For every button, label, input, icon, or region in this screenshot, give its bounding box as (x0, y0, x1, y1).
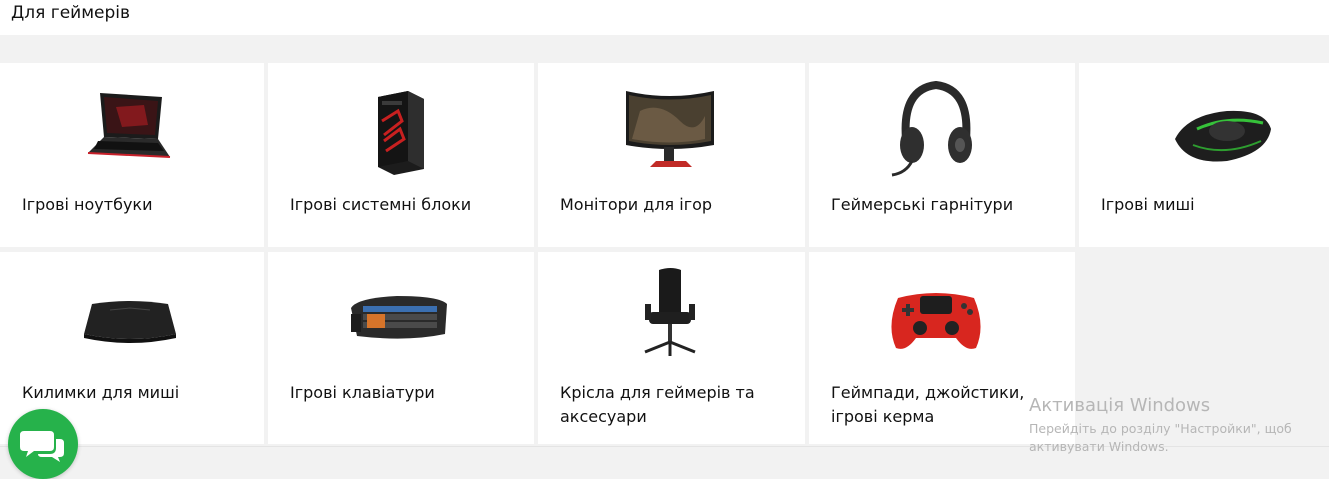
gamepad-icon (809, 270, 1075, 380)
gaming-laptop-icon (0, 81, 264, 191)
chat-bubbles-icon (20, 431, 64, 462)
category-tile-gaming-pcs[interactable]: Ігрові системні блоки (268, 63, 534, 247)
windows-activation-watermark: Активація Windows Перейдіть до розділу "… (1029, 395, 1329, 456)
category-label: Ігрові клавіатури (290, 383, 435, 402)
category-label: Ігрові системні блоки (290, 195, 472, 214)
category-tile-gaming-headsets[interactable]: Геймерські гарнітури (809, 63, 1075, 247)
category-label: Килимки для миші (22, 383, 180, 402)
gaming-pc-case-icon (268, 81, 534, 191)
section-header: Для геймерів (0, 0, 1329, 35)
category-label: Геймерські гарнітури (831, 195, 1014, 214)
section-title: Для геймерів (11, 3, 131, 23)
category-label: Геймпади, джойстики, ігрові керма (831, 383, 1025, 426)
category-label: Ігрові миші (1101, 195, 1195, 214)
chat-button[interactable] (8, 409, 78, 479)
watermark-subtitle: Перейдіть до розділу "Настройки", щоб ак… (1029, 421, 1292, 454)
category-tile-gaming-monitors[interactable]: Монітори для ігор (538, 63, 805, 247)
gaming-keyboard-icon (268, 270, 534, 380)
category-label: Ігрові ноутбуки (22, 195, 153, 214)
gaming-mouse-icon (1079, 81, 1329, 191)
category-tile-gaming-laptops[interactable]: Ігрові ноутбуки (0, 63, 264, 247)
gaming-headset-icon (809, 80, 1075, 191)
mouse-pad-icon (0, 270, 264, 380)
category-tile-gaming-chairs[interactable]: Крісла для геймерів та аксесуари (538, 252, 805, 444)
watermark-title: Активація Windows (1029, 395, 1211, 416)
category-tile-gaming-mice[interactable]: Ігрові миші (1079, 63, 1329, 247)
category-label: Монітори для ігор (560, 195, 713, 214)
gaming-monitor-icon (538, 81, 805, 191)
category-tile-gaming-keyboards[interactable]: Ігрові клавіатури (268, 252, 534, 444)
gaming-chair-icon (538, 268, 805, 380)
category-label: Крісла для геймерів та аксесуари (560, 383, 755, 426)
